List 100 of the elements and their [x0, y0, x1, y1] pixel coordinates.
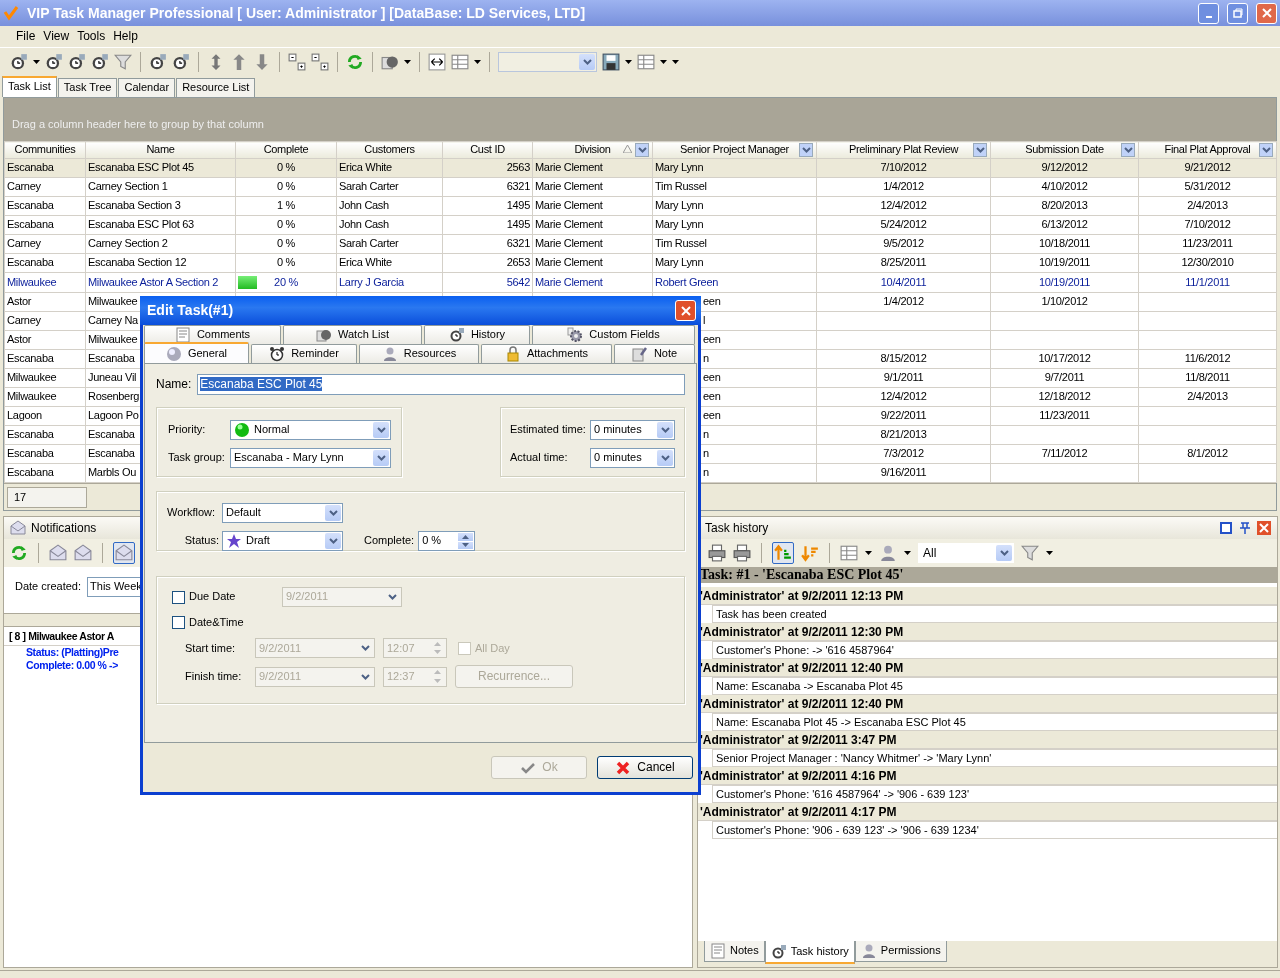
clock-icon[interactable] [172, 53, 190, 71]
dropdown[interactable]: Default [222, 503, 343, 523]
refresh-icon[interactable] [10, 544, 28, 562]
tab[interactable]: Permissions [854, 941, 947, 962]
table-cell: 1 % [235, 196, 337, 216]
filter-dropdown[interactable] [1259, 143, 1273, 157]
fit-width-icon[interactable] [428, 53, 446, 71]
tab[interactable]: Notes [704, 941, 765, 962]
table-cell: 10/19/2011 [990, 272, 1139, 293]
clock-icon[interactable] [149, 53, 167, 71]
caret-icon[interactable] [904, 551, 911, 555]
dropdown[interactable]: Normal [230, 420, 391, 440]
dropdown[interactable]: Draft [222, 531, 343, 551]
close-button[interactable] [1257, 521, 1271, 535]
person-icon[interactable] [879, 544, 897, 562]
filter-dropdown[interactable] [799, 143, 813, 157]
columns-icon[interactable] [840, 544, 858, 562]
column-header[interactable]: Name [85, 141, 236, 159]
filter-dropdown[interactable] [973, 143, 987, 157]
clock-icon[interactable] [10, 53, 28, 71]
table-cell: Carney Section 1 [85, 177, 236, 197]
clock-icon[interactable] [91, 53, 109, 71]
chevron-icon [582, 59, 592, 65]
filter-dropdown[interactable] [635, 143, 649, 157]
tab[interactable]: Comments [144, 325, 281, 344]
name-field[interactable]: Escanaba ESC Plot 45 [197, 374, 685, 395]
tab[interactable]: Custom Fields [532, 325, 695, 344]
clock-icon[interactable] [45, 53, 63, 71]
menu-item[interactable]: Tools [73, 27, 110, 46]
history-entry-detail: Customer's Phone: '906 - 639 123' -> '906 - 639 1234' [712, 821, 1277, 839]
tab[interactable]: Note [614, 344, 695, 363]
save-icon[interactable] [602, 53, 620, 71]
caret-icon[interactable] [865, 551, 872, 555]
caret-icon[interactable] [404, 60, 411, 64]
tab[interactable]: History [424, 325, 530, 344]
filter-icon[interactable] [114, 53, 132, 71]
tab[interactable]: Resources [359, 344, 479, 363]
dropdown[interactable]: Escanaba - Mary Lynn [230, 448, 391, 468]
table-cell: een [703, 390, 721, 403]
tab[interactable]: Task Tree [57, 78, 118, 97]
up-triangle-icon[interactable] [462, 534, 470, 539]
checkbox[interactable] [172, 616, 185, 630]
menu-item[interactable]: View [39, 27, 74, 46]
menu-item[interactable]: Help [109, 27, 142, 46]
envelope-icon[interactable] [74, 544, 92, 562]
close-button[interactable] [1256, 2, 1277, 24]
menu-item[interactable]: File [12, 27, 40, 46]
down-triangle-icon[interactable] [462, 543, 470, 548]
restore-button[interactable] [1219, 521, 1233, 535]
close-button[interactable] [675, 300, 696, 321]
column-header[interactable]: Final Plat Approval [1138, 141, 1277, 159]
cancel-button[interactable]: Cancel [597, 756, 693, 779]
filter-dropdown[interactable]: All [918, 543, 1014, 563]
tab[interactable]: Resource List [176, 78, 256, 97]
column-header[interactable]: Cust ID [442, 141, 533, 159]
caret-icon[interactable] [33, 60, 40, 64]
clock-icon[interactable] [68, 53, 86, 71]
star-icon [226, 533, 242, 549]
printer-icon[interactable] [708, 544, 726, 562]
table-cell: Lagoon [7, 409, 42, 422]
columns-icon[interactable] [637, 53, 655, 71]
dropdown[interactable]: 0 minutes [590, 448, 675, 468]
minimize-button[interactable] [1198, 2, 1219, 24]
column-header[interactable]: Complete [235, 141, 337, 159]
column-header[interactable]: Senior Project Manager [652, 141, 817, 159]
tree-icon[interactable] [311, 53, 329, 71]
caret-icon[interactable] [1046, 551, 1053, 555]
sort-ascending-icon[interactable] [774, 544, 792, 562]
column-header[interactable]: Customers [336, 141, 443, 159]
printer-icon[interactable] [733, 544, 751, 562]
tab[interactable]: Attachments [481, 344, 612, 363]
tree-icon[interactable] [288, 53, 306, 71]
tab[interactable]: Calendar [118, 78, 176, 97]
field-label: Complete: [364, 534, 415, 548]
columns-icon[interactable] [451, 53, 469, 71]
tab[interactable]: General [144, 342, 249, 363]
person-icon [381, 346, 398, 362]
envelope-icon[interactable] [49, 544, 67, 562]
column-header[interactable]: Communities [4, 141, 86, 159]
pin-button[interactable] [1238, 521, 1252, 535]
column-header[interactable]: Submission Date [990, 141, 1139, 159]
spin-field[interactable]: 0 % [418, 531, 476, 551]
column-header[interactable]: Preliminary Plat Review [816, 141, 991, 159]
table-cell: Escanaba [88, 428, 135, 441]
envelope-icon[interactable] [115, 544, 133, 562]
caret-icon[interactable] [474, 60, 481, 64]
caret-icon[interactable] [625, 60, 632, 64]
sort-descending-icon[interactable] [801, 544, 819, 562]
lock-icon [504, 346, 521, 362]
filter-dropdown[interactable] [1121, 143, 1135, 157]
tab[interactable]: Task history [764, 941, 855, 964]
tab[interactable]: Task List [2, 76, 57, 97]
tab[interactable]: Reminder [251, 344, 357, 363]
tab[interactable]: Watch List [283, 325, 422, 344]
table-cell: 0 % [235, 177, 337, 197]
refresh-icon[interactable] [346, 53, 364, 71]
dropdown[interactable]: 0 minutes [590, 420, 675, 440]
document-icon[interactable] [381, 53, 399, 71]
filter-icon[interactable] [1021, 544, 1039, 562]
column-header[interactable]: Division [532, 141, 653, 159]
